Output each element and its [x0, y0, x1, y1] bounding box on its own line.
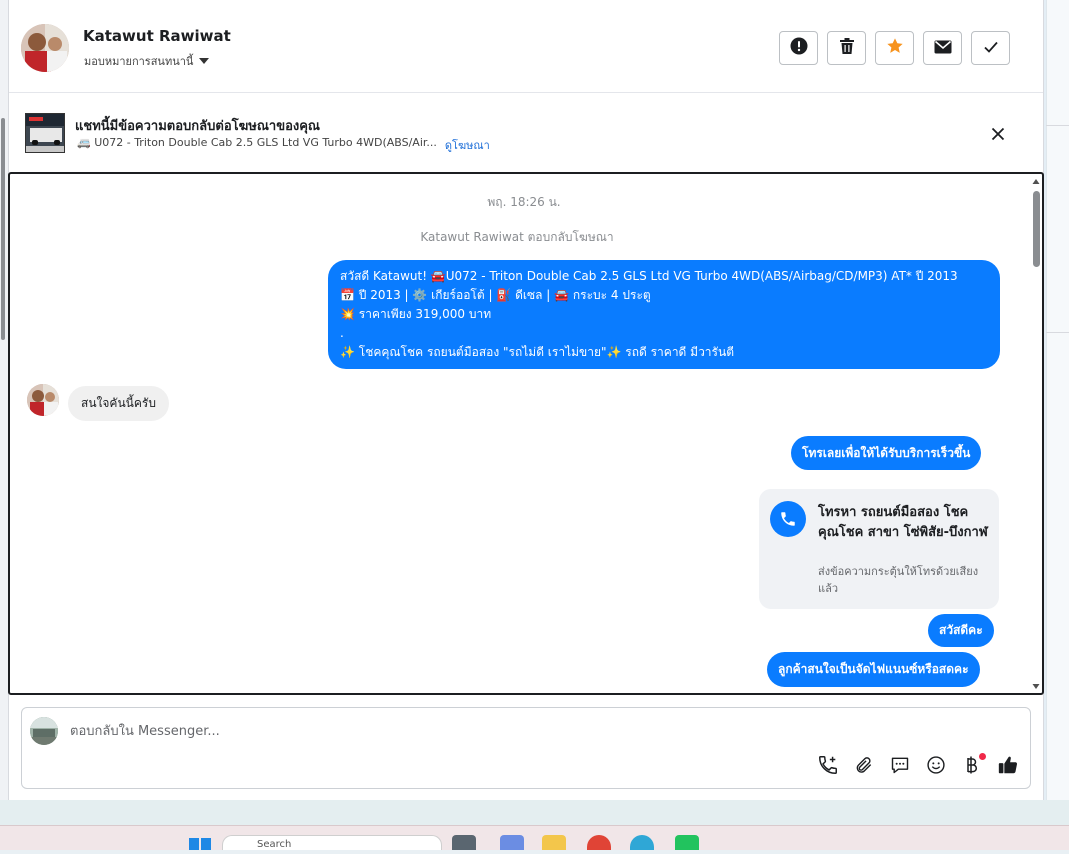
message-line: ✨ โชคคุณโชค รถยนต์มือสอง "รถไม่ดี เราไม่… [340, 345, 734, 359]
incoming-message[interactable]: สนใจคันนี้ครับ [68, 386, 169, 421]
reply-input[interactable] [70, 720, 770, 742]
right-side-panel-inner [1046, 0, 1069, 800]
windows-start-icon[interactable] [188, 835, 212, 850]
message-line: สวัสดี Katawut! 🚘U072 - Triton Double Ca… [340, 269, 958, 283]
mark-done-button[interactable] [971, 31, 1010, 65]
ad-banner-title: แชทนี้มีข้อความตอบกลับต่อโฆษณาของคุณ [75, 119, 320, 134]
left-scrollbar[interactable] [1, 118, 5, 340]
exclamation-circle-icon [790, 37, 808, 59]
copilot-icon[interactable] [500, 835, 524, 850]
message-line: 💥 ราคาเพียง 319,000 บาท [340, 307, 492, 321]
avatar[interactable] [21, 24, 69, 72]
ad-banner-subtitle-row: 🚐 U072 - Triton Double Cab 2.5 GLS Ltd V… [77, 136, 490, 154]
message-thread[interactable]: พฤ. 18:26 น. Katawut Rawiwat ตอบกลับโฆษณ… [8, 172, 1044, 695]
close-banner-button[interactable] [988, 124, 1008, 144]
like-button[interactable] [996, 755, 1020, 779]
call-card-title: โทรหา รถยนต์มือสอง โชคคุณโชค สาขา โซ่พิส… [818, 505, 988, 540]
baht-icon [964, 755, 980, 779]
system-note: Katawut Rawiwat ตอบกลับโฆษณา [420, 230, 614, 244]
emoji-button[interactable] [924, 755, 948, 779]
date-separator: พฤ. 18:26 น. [487, 195, 561, 209]
phone-icon [770, 501, 806, 537]
chevron-down-icon [199, 58, 210, 64]
divider [1046, 125, 1069, 126]
thumbs-up-icon [997, 754, 1019, 780]
trash-icon [839, 37, 855, 59]
ad-thumbnail[interactable] [25, 113, 65, 153]
taskbar-search-text: Search [257, 839, 292, 850]
ad-reply-banner: แชทนี้มีข้อความตอบกลับต่อโฆษณาของคุณ 🚐 U… [9, 93, 1043, 171]
contact-name[interactable]: Katawut Rawiwat [83, 27, 231, 45]
avatar[interactable] [27, 384, 59, 416]
message-line: 📅 ปี 2013 | ⚙️ เกียร์ออโต้ | ⛽ ดีเซล | 🚘… [340, 288, 651, 302]
view-ad-link[interactable]: ดูโฆษณา [445, 136, 490, 154]
reply-composer [21, 707, 1031, 789]
ad-name: 🚐 U072 - Triton Double Cab 2.5 GLS Ltd V… [77, 136, 437, 149]
star-icon [886, 37, 904, 59]
call-card[interactable]: โทรหา รถยนต์มือสอง โชคคุณโชค สาขา โซ่พิส… [759, 489, 999, 609]
message-line: . [340, 326, 344, 340]
outgoing-message[interactable]: สวัสดี Katawut! 🚘U072 - Triton Double Ca… [328, 260, 1000, 369]
checkmark-icon [983, 39, 999, 58]
task-view-icon[interactable] [452, 835, 476, 850]
assign-label: มอบหมายการสนทนานี้ [84, 55, 194, 68]
call-add-icon [817, 754, 839, 780]
os-taskbar [0, 825, 1069, 850]
attach-button[interactable] [852, 755, 876, 779]
outgoing-message[interactable]: โทรเลยเพื่อให้ได้รับบริการเร็วขึ้น [791, 436, 982, 470]
file-explorer-icon[interactable] [542, 835, 566, 850]
outgoing-message[interactable]: สวัสดีคะ [928, 614, 994, 647]
call-add-button[interactable] [816, 755, 840, 779]
quick-reply-icon [890, 755, 910, 779]
call-card-subtitle: ส่งข้อความกระตุ้นให้โทรด้วยเสียงแล้ว [818, 565, 979, 595]
envelope-icon [934, 39, 952, 58]
page-bottom-band [0, 800, 1069, 825]
emoji-icon [926, 755, 946, 779]
delete-button[interactable] [827, 31, 866, 65]
divider [1046, 332, 1069, 333]
mark-unread-button[interactable] [923, 31, 962, 65]
app-window: Katawut Rawiwat มอบหมายการสนทนานี้ แชทนี… [0, 0, 1069, 850]
scrollbar-thumb[interactable] [1033, 191, 1040, 267]
mark-spam-button[interactable] [779, 31, 818, 65]
paperclip-icon [854, 755, 874, 779]
quick-reply-button[interactable] [888, 755, 912, 779]
page-avatar [30, 717, 58, 745]
star-button[interactable] [875, 31, 914, 65]
line-app-icon[interactable] [675, 835, 699, 850]
outgoing-message[interactable]: ลูกค้าสนใจเป็นจัดไฟแนนซ์หรือสดคะ [767, 652, 980, 687]
notification-dot [979, 753, 986, 760]
taskbar-search[interactable]: Search [222, 835, 442, 850]
close-icon [988, 127, 1008, 148]
assign-conversation-dropdown[interactable]: มอบหมายการสนทนานี้ [84, 52, 210, 70]
